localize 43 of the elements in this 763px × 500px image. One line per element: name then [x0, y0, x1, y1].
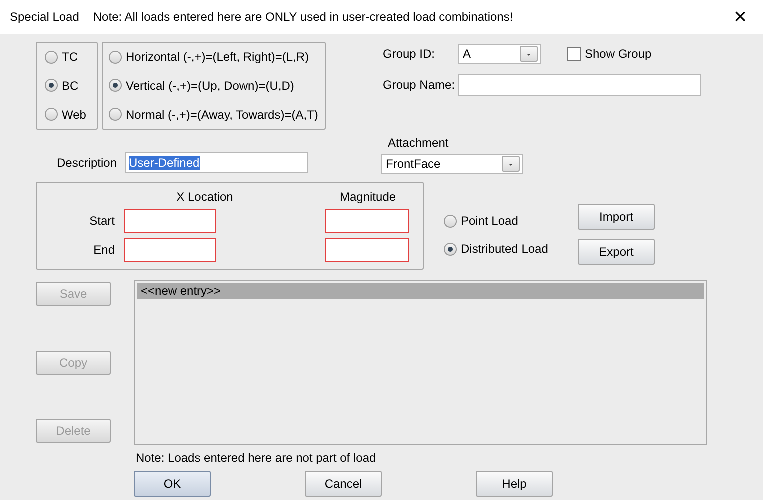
radio-label: Normal (-,+)=(Away, Towards)=(A,T): [126, 108, 318, 122]
radio-label: Web: [62, 108, 86, 122]
window-note: Note: All loads entered here are ONLY used in user-created load combinations!: [93, 10, 514, 24]
field-label: Group ID:: [383, 47, 436, 61]
attachment-dropdown[interactable]: FrontFace: [381, 154, 523, 174]
window-title: Special Load: [10, 10, 80, 24]
radio-label: Horizontal (-,+)=(Left, Right)=(L,R): [126, 50, 310, 64]
dialog-button[interactable]: OK: [134, 471, 211, 497]
radio-label: Point Load: [461, 214, 518, 228]
radio-label: BC: [62, 78, 79, 93]
radio-button[interactable]: [444, 242, 457, 256]
radio-button[interactable]: [45, 50, 58, 64]
radio-label: TC: [62, 50, 78, 64]
show-group-checkbox[interactable]: Show Group: [567, 47, 652, 61]
location-field[interactable]: [124, 238, 216, 262]
radio-label: Vertical (-,+)=(Up, Down)=(U,D): [126, 78, 294, 93]
field-label: Attachment: [388, 136, 450, 150]
dialog-button[interactable]: Help: [476, 471, 553, 497]
magnitude-field[interactable]: [325, 238, 409, 262]
close-button[interactable]: ×: [728, 4, 753, 30]
list-item[interactable]: <<new entry>>: [137, 283, 704, 299]
field-label: Group Name:: [383, 78, 456, 92]
action-button[interactable]: Import: [578, 204, 655, 230]
radio-button[interactable]: [444, 214, 457, 228]
row-label: End: [92, 243, 115, 258]
footnote: Note: Loads entered here are not part of load: [136, 451, 378, 465]
dialog-button[interactable]: Cancel: [305, 471, 382, 497]
action-button[interactable]: Export: [578, 239, 655, 265]
column-heading: X Location: [176, 190, 234, 204]
radio-label: Distributed Load: [461, 242, 548, 256]
radio-button[interactable]: [109, 79, 122, 92]
field-label: Description: [57, 156, 118, 170]
radio-button[interactable]: [109, 108, 122, 122]
description-field[interactable]: User-Defined: [125, 152, 308, 173]
radio-button[interactable]: [109, 50, 122, 64]
group-name-field[interactable]: [458, 74, 701, 96]
group-id-dropdown[interactable]: A: [458, 44, 541, 64]
column-heading: Magnitude: [340, 190, 396, 204]
radio-button[interactable]: [45, 108, 58, 122]
radio-button[interactable]: [45, 79, 58, 92]
location-field[interactable]: [124, 208, 216, 233]
magnitude-field[interactable]: [325, 208, 409, 233]
row-label: Start: [88, 214, 115, 228]
